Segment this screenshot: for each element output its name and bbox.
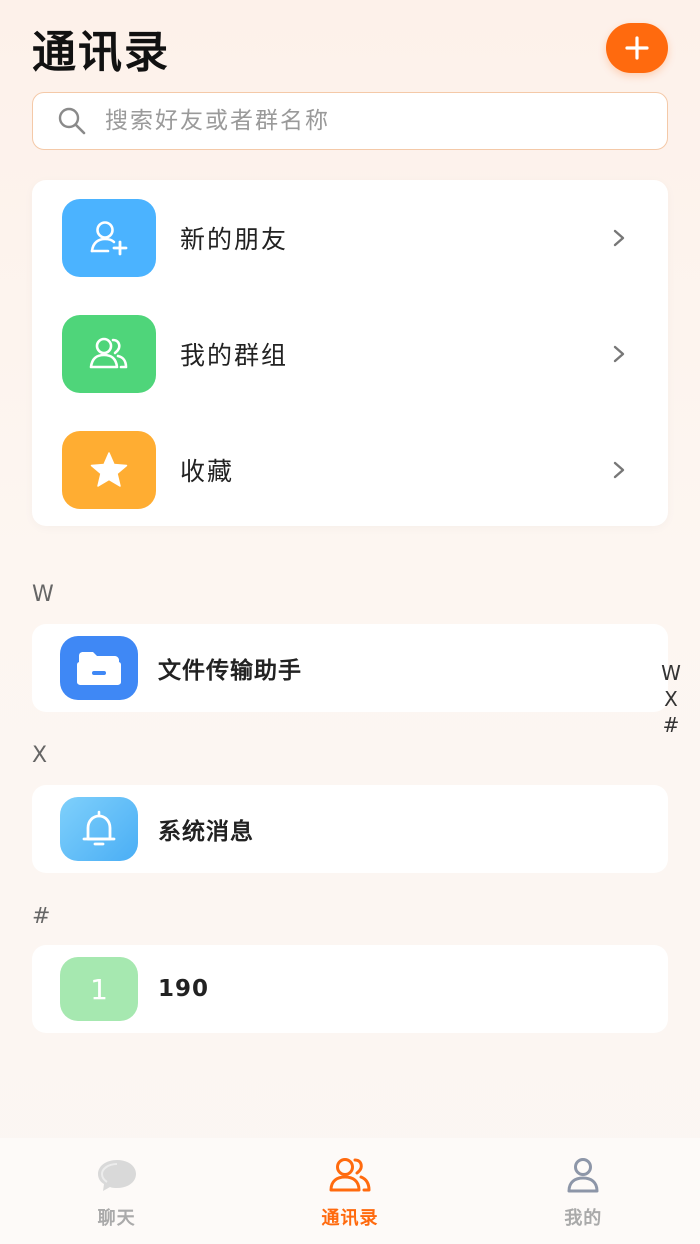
index-letter-w[interactable]: W: [661, 660, 681, 686]
contacts-page: 通讯录 新的朋友: [0, 0, 700, 1244]
index-letter-x[interactable]: X: [664, 686, 678, 712]
chat-icon: [97, 1160, 136, 1191]
feature-menu-card: 新的朋友 我的群组 收藏: [32, 180, 668, 526]
header: 通讯录: [32, 18, 668, 78]
add-button[interactable]: [606, 23, 668, 73]
contact-system-messages[interactable]: 系统消息: [32, 785, 668, 873]
tab-profile[interactable]: 我的: [467, 1138, 700, 1230]
chevron-right-icon: [613, 229, 625, 247]
add-user-icon: [90, 221, 128, 256]
tab-contacts[interactable]: 通讯录: [233, 1138, 466, 1230]
bell-icon: [82, 810, 116, 846]
avatar: [60, 636, 138, 700]
menu-item-my-groups[interactable]: 我的群组: [32, 296, 668, 412]
menu-label: 我的群组: [180, 341, 289, 370]
contact-name: 190: [158, 976, 210, 1002]
menu-label: 新的朋友: [180, 225, 289, 254]
profile-icon: [567, 1158, 599, 1193]
page-title: 通讯录: [32, 27, 170, 78]
section-header-x: X: [32, 743, 48, 768]
group-icon: [89, 337, 128, 369]
tab-label: 聊天: [97, 1208, 136, 1229]
avatar: 1: [60, 957, 138, 1021]
tab-label: 我的: [564, 1208, 603, 1229]
menu-item-favorites[interactable]: 收藏: [32, 412, 668, 528]
bottom-tab-bar: 聊天 通讯录 我的: [0, 1138, 700, 1244]
index-letter-hash[interactable]: #: [663, 712, 680, 738]
avatar: [60, 797, 138, 861]
alphabet-index-bar[interactable]: W X #: [656, 660, 686, 738]
menu-item-new-friends[interactable]: 新的朋友: [32, 180, 668, 296]
search-input[interactable]: [105, 108, 625, 134]
contact-name: 文件传输助手: [158, 658, 302, 684]
search-icon: [58, 107, 86, 135]
tab-chat[interactable]: 聊天: [0, 1138, 233, 1230]
chevron-right-icon: [613, 461, 625, 479]
folder-icon: [77, 652, 121, 685]
contacts-icon: [329, 1158, 371, 1192]
favorites-icon-tile: [62, 431, 156, 509]
section-header-hash: #: [32, 904, 51, 929]
chevron-right-icon: [613, 345, 625, 363]
contact-name: 系统消息: [158, 819, 254, 845]
new-friends-icon-tile: [62, 199, 156, 277]
section-header-w: W: [32, 582, 54, 607]
tab-label: 通讯录: [321, 1208, 379, 1229]
contact-file-transfer[interactable]: 文件传输助手: [32, 624, 668, 712]
my-groups-icon-tile: [62, 315, 156, 393]
menu-label: 收藏: [180, 457, 235, 486]
contact-190[interactable]: 1 190: [32, 945, 668, 1033]
star-icon: [90, 452, 128, 487]
search-bar[interactable]: [32, 92, 668, 150]
plus-icon: [625, 36, 649, 60]
